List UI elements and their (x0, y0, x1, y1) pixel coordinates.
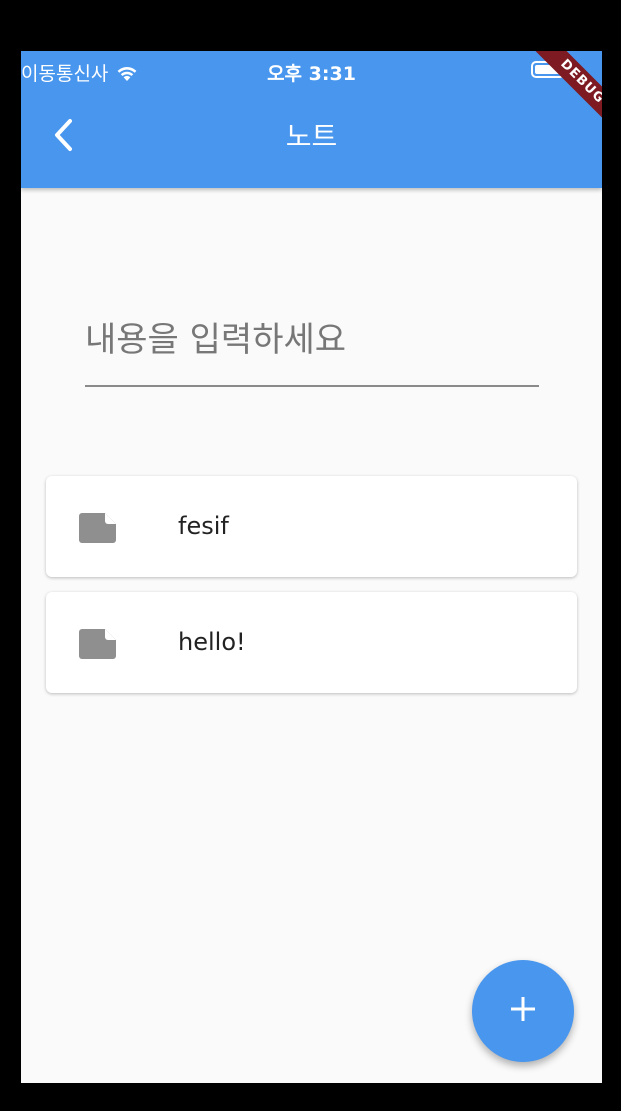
plus-icon (510, 996, 536, 1026)
note-list: fesif hello! (46, 476, 577, 708)
list-item[interactable]: hello! (46, 592, 577, 693)
input-underline (85, 385, 539, 387)
battery-tip (567, 66, 570, 73)
battery-level (535, 65, 561, 74)
note-input-wrapper (85, 296, 539, 388)
battery-icon (531, 61, 565, 78)
status-time: 오후 3:31 (267, 63, 356, 85)
app-bar: 이동통신사 오후 3:31 노트 (21, 51, 602, 188)
navigation-row: 노트 (21, 91, 602, 188)
note-title: fesif (178, 512, 229, 540)
add-note-button[interactable] (472, 960, 574, 1062)
note-content-input[interactable] (85, 296, 539, 384)
page-title: 노트 (285, 120, 338, 153)
list-item[interactable]: fesif (46, 476, 577, 577)
note-icon (79, 513, 116, 543)
phone-screen: 이동통신사 오후 3:31 노트 DEBUG 내용을 입력하세요 fesif h… (21, 51, 602, 1083)
note-title: hello! (178, 628, 246, 656)
status-bar: 이동통신사 오후 3:31 (21, 51, 602, 91)
note-icon (79, 629, 116, 659)
